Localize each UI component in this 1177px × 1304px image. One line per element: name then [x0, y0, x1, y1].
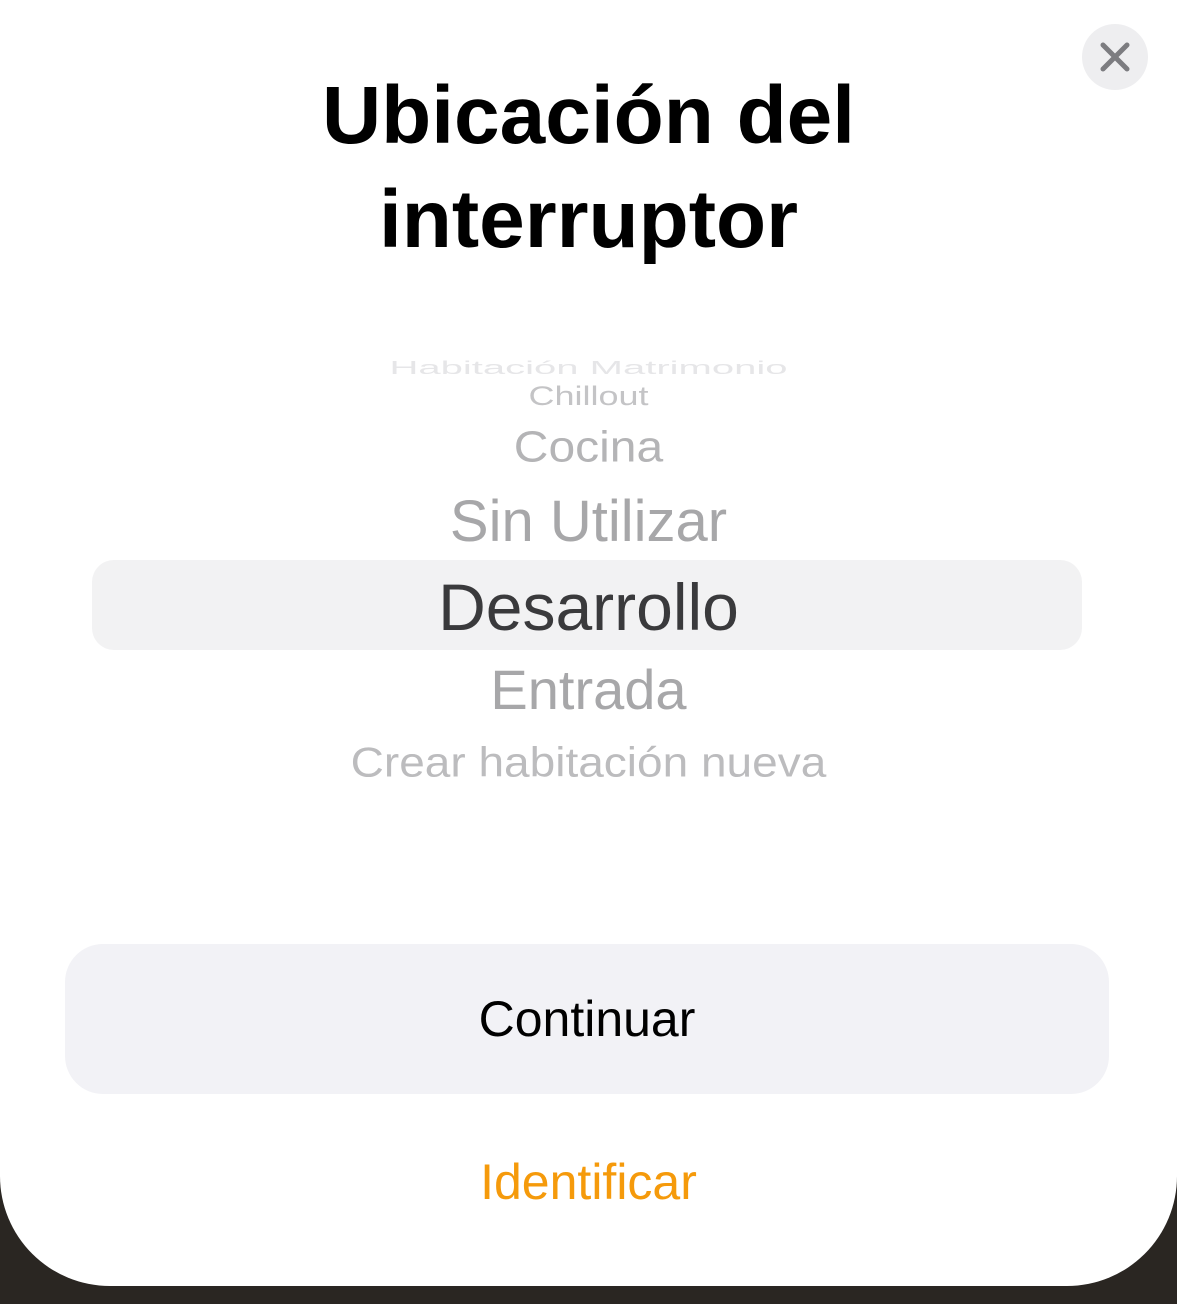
- picker-item[interactable]: Cocina: [0, 424, 1177, 472]
- page-title-line2: interruptor: [378, 174, 799, 265]
- continue-button[interactable]: Continuar: [65, 944, 1109, 1094]
- picker-item[interactable]: Crear habitación nueva: [0, 739, 1177, 786]
- room-picker-wheel[interactable]: Habitación Matrimonio Chillout Cocina Si…: [0, 340, 1177, 820]
- picker-item[interactable]: Habitación Matrimonio: [0, 359, 1177, 377]
- picker-item[interactable]: Chillout: [0, 381, 1177, 411]
- location-sheet: Ubicación del interruptor Habitación Mat…: [0, 0, 1177, 1286]
- picker-item[interactable]: Sin Utilizar: [0, 490, 1177, 554]
- picker-item[interactable]: Entrada: [0, 658, 1177, 722]
- page-title-line1: Ubicación del: [321, 70, 856, 161]
- page-title: Ubicación del interruptor: [0, 64, 1177, 272]
- identify-link[interactable]: Identificar: [0, 1150, 1177, 1214]
- picker-item-selected[interactable]: Desarrollo: [0, 570, 1177, 644]
